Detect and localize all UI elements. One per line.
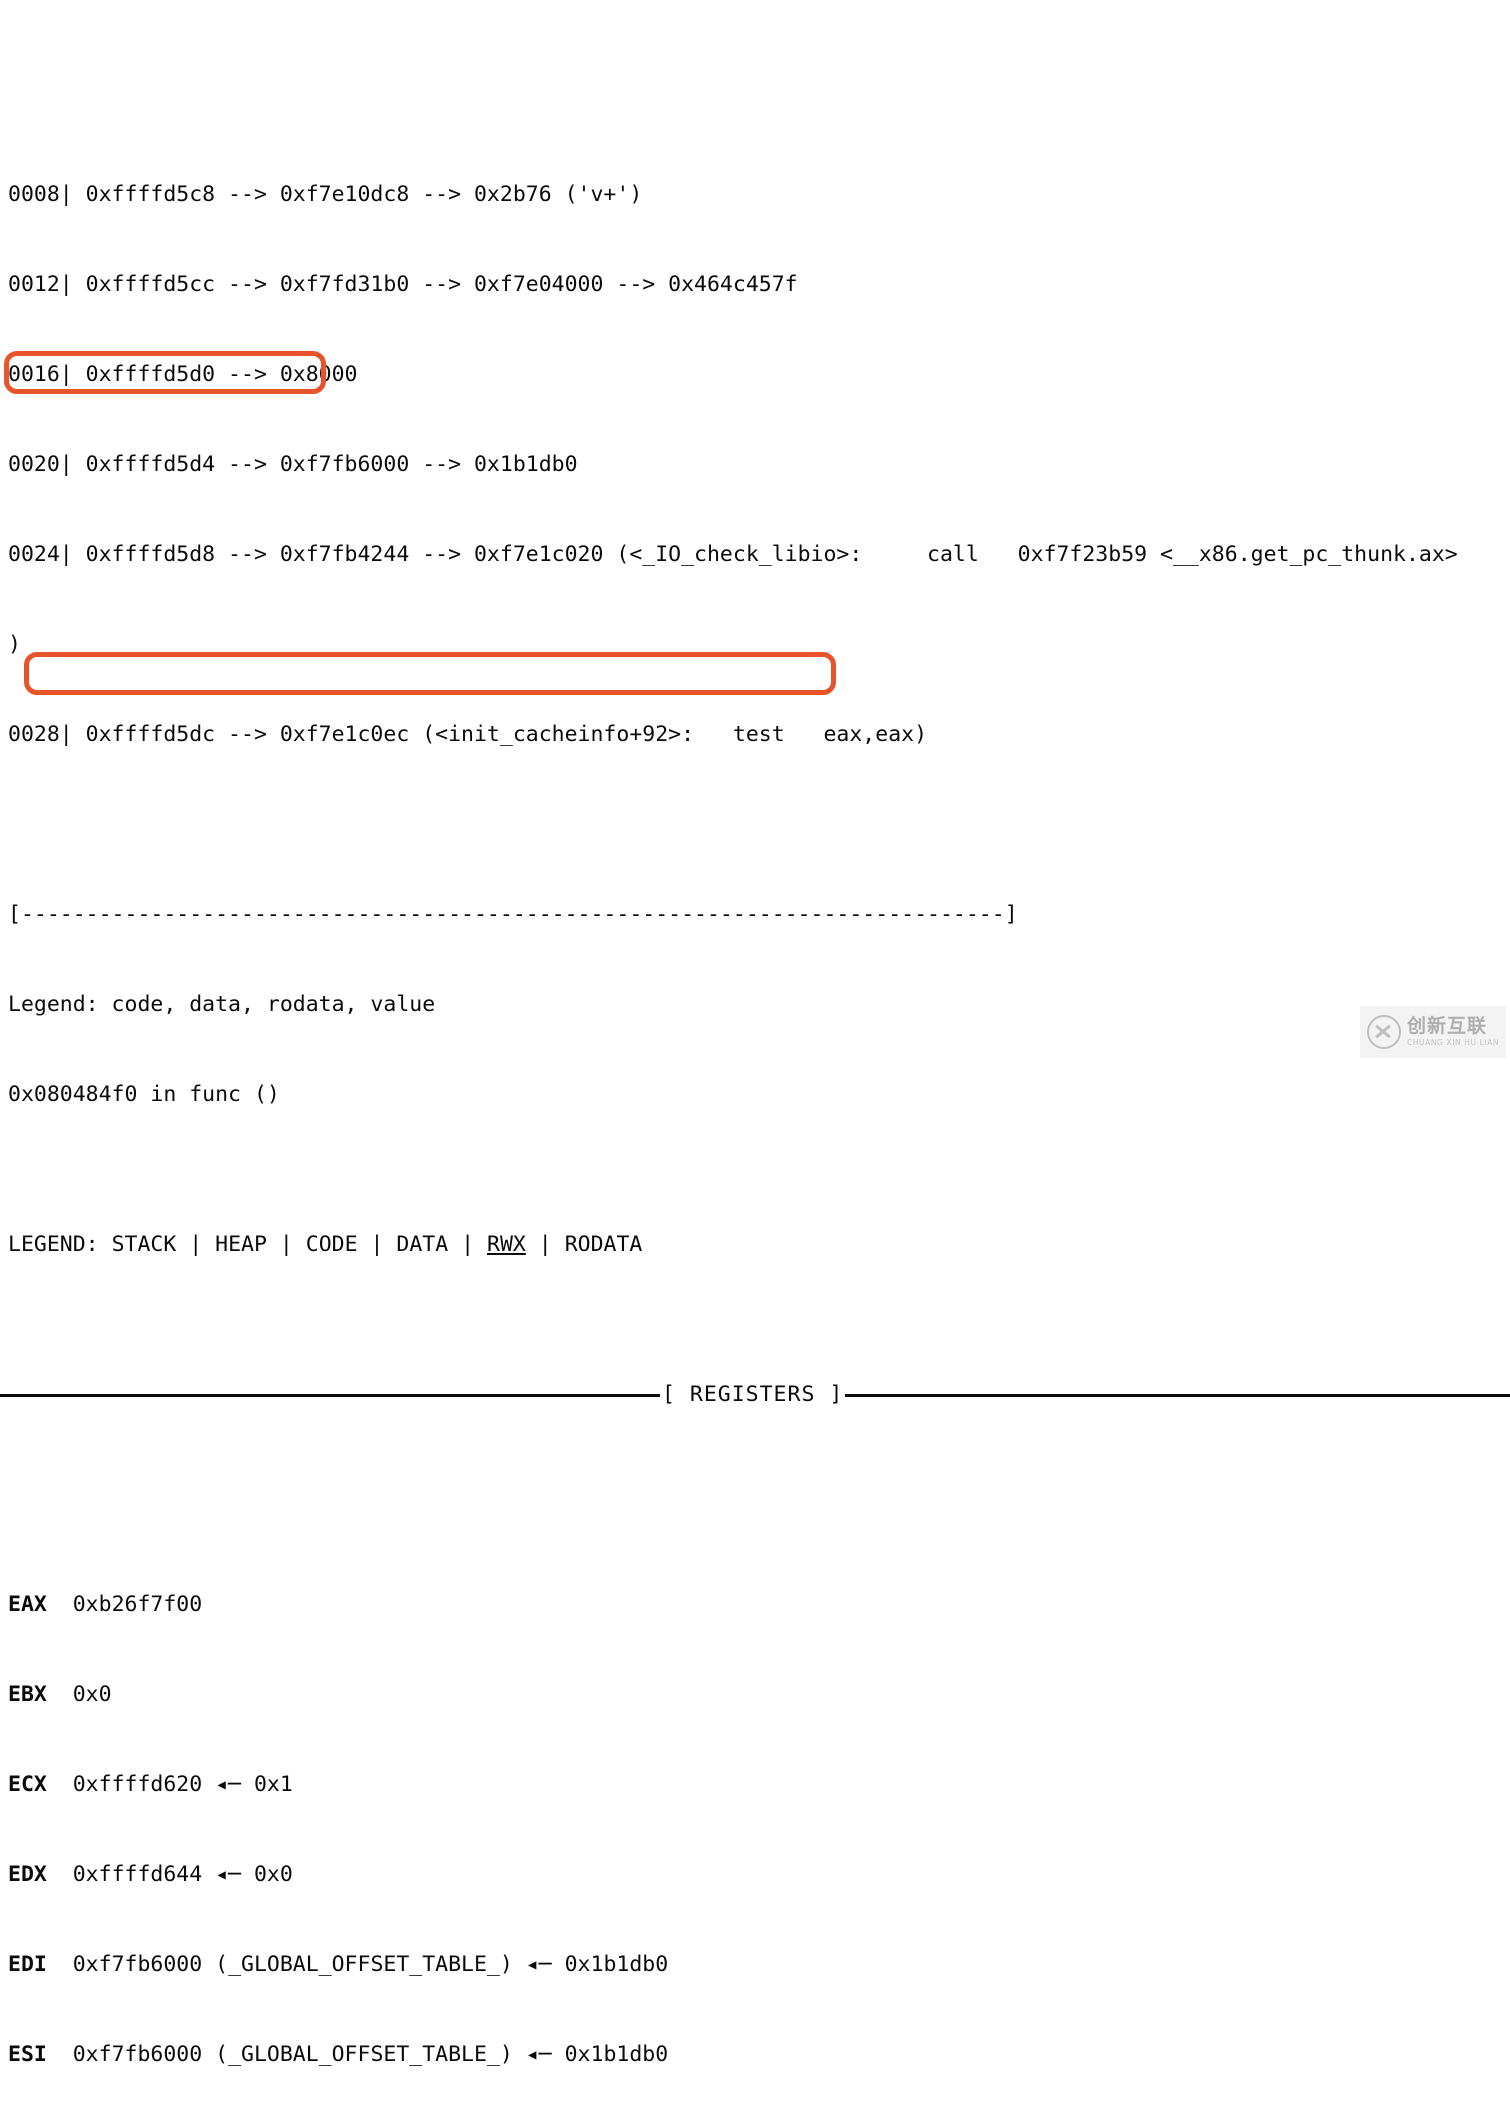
register-row-edi: EDI 0xf7fb6000 (_GLOBAL_OFFSET_TABLE_) ◂… bbox=[0, 1950, 1510, 1980]
register-name: ECX bbox=[8, 1772, 47, 1797]
legend-item-heap: HEAP bbox=[215, 1232, 267, 1257]
register-row-eax: EAX 0xb26f7f00 bbox=[0, 1590, 1510, 1620]
terminal-window: 0008| 0xffffd5c8 --> 0xf7e10dc8 --> 0x2b… bbox=[0, 0, 1510, 2067]
watermark-text: 创新互联 CHUANG XIN HU LIAN bbox=[1407, 1017, 1499, 1047]
register-row-ebx: EBX 0x0 bbox=[0, 1680, 1510, 1710]
register-value: 0xb26f7f00 bbox=[72, 1592, 203, 1617]
stack-trace-line: 0012| 0xffffd5cc --> 0xf7fd31b0 --> 0xf7… bbox=[8, 272, 798, 297]
watermark-chinese: 创新互联 bbox=[1406, 1015, 1487, 1038]
register-name: EDX bbox=[8, 1862, 47, 1887]
stack-trace-line: 0028| 0xffffd5dc --> 0xf7e1c0ec (<init_c… bbox=[8, 722, 928, 747]
stack-trace-block: 0008| 0xffffd5c8 --> 0xf7e10dc8 --> 0x2b… bbox=[0, 120, 1510, 810]
register-name: EAX bbox=[8, 1592, 47, 1617]
stack-trace-line: 0016| 0xffffd5d0 --> 0x8000 bbox=[8, 362, 358, 387]
legend-prefix: LEGEND: bbox=[8, 1232, 112, 1257]
register-value: 0xf7fb6000 (_GLOBAL_OFFSET_TABLE_) ◂─ 0x… bbox=[72, 1952, 669, 1977]
register-value: 0x0 bbox=[72, 1682, 112, 1707]
register-name: EBX bbox=[8, 1682, 47, 1707]
watermark-logo-icon bbox=[1366, 1015, 1401, 1049]
legend-sep: | bbox=[525, 1232, 565, 1257]
legend-item-rwx: RWX bbox=[487, 1232, 526, 1257]
stack-trace-line: 0020| 0xffffd5d4 --> 0xf7fb6000 --> 0x1b… bbox=[8, 452, 578, 477]
register-name: ESI bbox=[8, 2042, 47, 2067]
stack-trace-line: 0024| 0xffffd5d8 --> 0xf7fb4244 --> 0xf7… bbox=[8, 542, 1458, 567]
legend-item-code: CODE bbox=[305, 1232, 358, 1257]
stack-trace-line-wrap: ) bbox=[8, 632, 21, 657]
rule-left bbox=[0, 1393, 660, 1397]
registers-section-label: [ REGISTERS ] bbox=[662, 1382, 844, 1407]
register-row-edx: EDX 0xffffd644 ◂─ 0x0 bbox=[0, 1860, 1510, 1890]
register-value: 0xffffd620 ◂─ 0x1 bbox=[72, 1772, 293, 1797]
current-location-line: 0x080484f0 in func () bbox=[8, 1082, 280, 1107]
legend-item-data: DATA bbox=[396, 1232, 449, 1257]
registers-block: EAX 0xb26f7f00 EBX 0x0 ECX 0xffffd620 ◂─… bbox=[0, 1530, 1510, 2124]
watermark: 创新互联 CHUANG XIN HU LIAN bbox=[1360, 1006, 1506, 1058]
legend-sep: | bbox=[357, 1232, 397, 1257]
legend-item-rodata: RODATA bbox=[564, 1232, 643, 1257]
rule-right bbox=[845, 1393, 1510, 1397]
legend-colors-line: Legend: code, data, rodata, value bbox=[8, 992, 436, 1017]
registers-section-header: [ REGISTERS ] bbox=[0, 1380, 1510, 1410]
legend-sep: | bbox=[176, 1232, 216, 1257]
watermark-pinyin: CHUANG XIN HU LIAN bbox=[1406, 1038, 1500, 1048]
register-name: EDI bbox=[8, 1952, 47, 1977]
stack-trace-line: 0008| 0xffffd5c8 --> 0xf7e10dc8 --> 0x2b… bbox=[8, 182, 643, 207]
stack-divider: [---------------------------------------… bbox=[8, 902, 1018, 927]
register-value: 0xffffd644 ◂─ 0x0 bbox=[72, 1862, 293, 1887]
legend-sep: | bbox=[448, 1232, 488, 1257]
legend-sep: | bbox=[266, 1232, 306, 1257]
register-row-ecx: ECX 0xffffd620 ◂─ 0x1 bbox=[0, 1770, 1510, 1800]
register-value: 0xf7fb6000 (_GLOBAL_OFFSET_TABLE_) ◂─ 0x… bbox=[72, 2042, 669, 2067]
legend-item-stack: STACK bbox=[111, 1232, 177, 1257]
legend-bar: LEGEND: STACK | HEAP | CODE | DATA | RWX… bbox=[0, 1230, 1510, 1260]
register-row-esi: ESI 0xf7fb6000 (_GLOBAL_OFFSET_TABLE_) ◂… bbox=[0, 2040, 1510, 2070]
